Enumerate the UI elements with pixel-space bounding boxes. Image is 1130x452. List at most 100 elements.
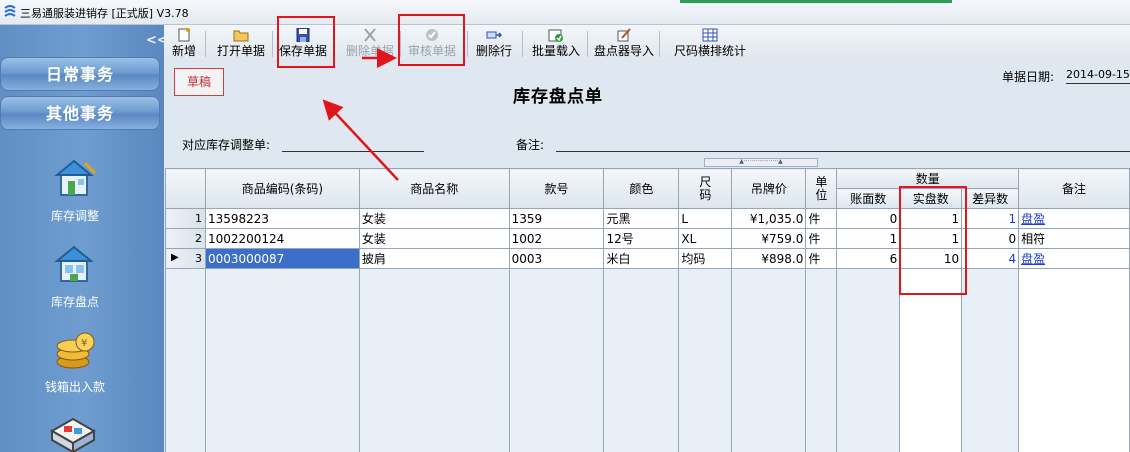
open-document-button[interactable]: 打开单据 <box>215 27 267 60</box>
col-header-unit[interactable]: 单位 <box>805 168 838 209</box>
empty-cell <box>508 268 605 452</box>
row-header-corner <box>165 168 206 209</box>
cell-diff-qty[interactable]: 4 <box>961 248 1020 269</box>
document-form: 草稿 库存盘点单 单据日期: 2014-09-15 对应库存调整单: 备注: ▲… <box>164 62 1130 168</box>
scanner-import-label: 盘点器导入 <box>594 44 655 58</box>
table-row[interactable]: 2 1002200124 女装 1002 12号 XL ¥759.0 件 1 1… <box>165 228 1130 249</box>
more-module-icon[interactable] <box>50 417 96 452</box>
empty-cell <box>899 268 963 452</box>
cell-price[interactable]: ¥898.0 <box>731 248 807 269</box>
col-header-diff-qty[interactable]: 差异数 <box>961 188 1020 209</box>
cell-note[interactable]: 盘盈 <box>1018 248 1130 269</box>
cell-book-qty[interactable]: 0 <box>836 208 901 229</box>
cell-actual-qty[interactable]: 1 <box>899 208 963 229</box>
row-number[interactable]: 2 <box>165 228 206 249</box>
batch-import-button[interactable]: 批量载入 <box>531 27 581 60</box>
nav-daily-affairs[interactable]: 日常事务 <box>0 57 160 91</box>
nav-other-affairs[interactable]: 其他事务 <box>0 96 160 130</box>
date-field[interactable]: 2014-09-15 <box>1066 68 1130 84</box>
empty-cell <box>961 268 1020 452</box>
delete-row-label: 删除行 <box>475 44 512 58</box>
cell-code[interactable]: 13598223 <box>204 208 360 229</box>
delete-document-label: 删除单据 <box>345 44 394 58</box>
toolbar-separator <box>659 31 660 57</box>
toolbar-separator <box>587 31 588 57</box>
cell-name[interactable]: 女装 <box>358 228 510 249</box>
audit-document-button[interactable]: 审核单据 <box>407 27 457 60</box>
toolbar-separator <box>272 31 273 57</box>
new-button[interactable]: 新增 <box>171 27 197 60</box>
col-header-actual-qty[interactable]: 实盘数 <box>899 188 963 209</box>
cell-unit[interactable]: 件 <box>805 208 838 229</box>
col-header-code[interactable]: 商品编码(条码) <box>204 168 360 209</box>
col-header-style[interactable]: 款号 <box>508 168 605 209</box>
cell-book-qty[interactable]: 6 <box>836 248 901 269</box>
cell-actual-qty[interactable]: 10 <box>899 248 963 269</box>
sidebar-item-inventory-count[interactable]: 库存盘点 <box>20 243 130 310</box>
cell-price[interactable]: ¥759.0 <box>731 228 807 249</box>
cell-diff-qty[interactable]: 1 <box>961 208 1020 229</box>
toolbar-separator <box>522 31 523 57</box>
cell-size[interactable]: 均码 <box>678 248 733 269</box>
cashbox-icon: ¥ <box>56 332 95 369</box>
app-logo-icon <box>4 5 16 17</box>
sidebar-item-inventory-adjust[interactable]: 库存调整 <box>20 157 130 224</box>
cell-note[interactable]: 相符 <box>1018 228 1130 249</box>
cell-note[interactable]: 盘盈 <box>1018 208 1130 229</box>
col-header-name[interactable]: 商品名称 <box>358 168 510 209</box>
cell-size[interactable]: L <box>678 208 733 229</box>
delete-document-button[interactable]: 删除单据 <box>345 27 395 60</box>
col-header-book-qty[interactable]: 账面数 <box>836 188 901 209</box>
cell-name[interactable]: 女装 <box>358 208 510 229</box>
date-label: 单据日期: <box>1002 70 1055 84</box>
cell-color[interactable]: 元黑 <box>603 208 680 229</box>
cell-book-qty[interactable]: 1 <box>836 228 901 249</box>
empty-cell <box>805 268 838 452</box>
row-number[interactable]: ▶ 3 <box>165 248 206 269</box>
batch-import-icon <box>548 29 563 42</box>
inventory-adjust-icon <box>54 159 97 196</box>
new-doc-icon <box>178 28 190 42</box>
title-bar: 三易通服装进销存 [正式版] V3.78 <box>0 0 1130 25</box>
cell-unit[interactable]: 件 <box>805 228 838 249</box>
sidebar: << 日常事务 其他事务 库存调整 库存盘点 ¥ 钱箱出入款 <box>0 25 168 452</box>
col-header-note[interactable]: 备注 <box>1018 168 1130 209</box>
cell-style[interactable]: 0003 <box>508 248 605 269</box>
adjustment-doc-field[interactable] <box>282 151 424 152</box>
toolbar-separator <box>205 31 206 57</box>
cell-actual-qty[interactable]: 1 <box>899 228 963 249</box>
cell-style[interactable]: 1002 <box>508 228 605 249</box>
cell-price[interactable]: ¥1,035.0 <box>731 208 807 229</box>
col-header-size[interactable]: 尺码 <box>678 168 733 209</box>
inventory-count-icon <box>54 245 94 282</box>
cell-code[interactable]: 1002200124 <box>204 228 360 249</box>
toolbar-separator <box>467 31 468 57</box>
delete-row-button[interactable]: 删除行 <box>475 27 513 60</box>
cell-unit[interactable]: 件 <box>805 248 838 269</box>
splitter-handle[interactable]: ▲··················▲ <box>704 158 818 167</box>
note-field[interactable] <box>556 151 1130 152</box>
scanner-import-button[interactable]: 盘点器导入 <box>594 27 654 60</box>
current-row-arrow-icon: ▶ <box>171 252 179 263</box>
col-header-price[interactable]: 吊牌价 <box>731 168 807 209</box>
cell-color[interactable]: 米白 <box>603 248 680 269</box>
cell-color[interactable]: 12号 <box>603 228 680 249</box>
table-row[interactable]: 1 13598223 女装 1359 元黑 L ¥1,035.0 件 0 1 1… <box>165 208 1130 229</box>
save-document-button[interactable]: 保存单据 <box>278 27 328 60</box>
save-icon <box>296 28 310 42</box>
cell-style[interactable]: 1359 <box>508 208 605 229</box>
cell-size[interactable]: XL <box>678 228 733 249</box>
col-header-color[interactable]: 颜色 <box>603 168 680 209</box>
table-row[interactable]: ▶ 3 0003000087 披肩 0003 米白 均码 ¥898.0 件 6 1… <box>165 248 1130 269</box>
size-stats-button[interactable]: 尺码横排统计 <box>673 27 747 60</box>
empty-cell <box>358 268 510 452</box>
empty-cell <box>165 268 206 452</box>
sidebar-item-cashbox[interactable]: ¥ 钱箱出入款 <box>20 328 130 395</box>
grid-table-icon <box>702 28 718 42</box>
cell-diff-qty[interactable]: 0 <box>961 228 1020 249</box>
row-number[interactable]: 1 <box>165 208 206 229</box>
cell-code[interactable]: 0003000087 <box>204 248 360 269</box>
empty-cell <box>204 268 360 452</box>
cell-name[interactable]: 披肩 <box>358 248 510 269</box>
audit-document-label: 审核单据 <box>407 44 456 58</box>
